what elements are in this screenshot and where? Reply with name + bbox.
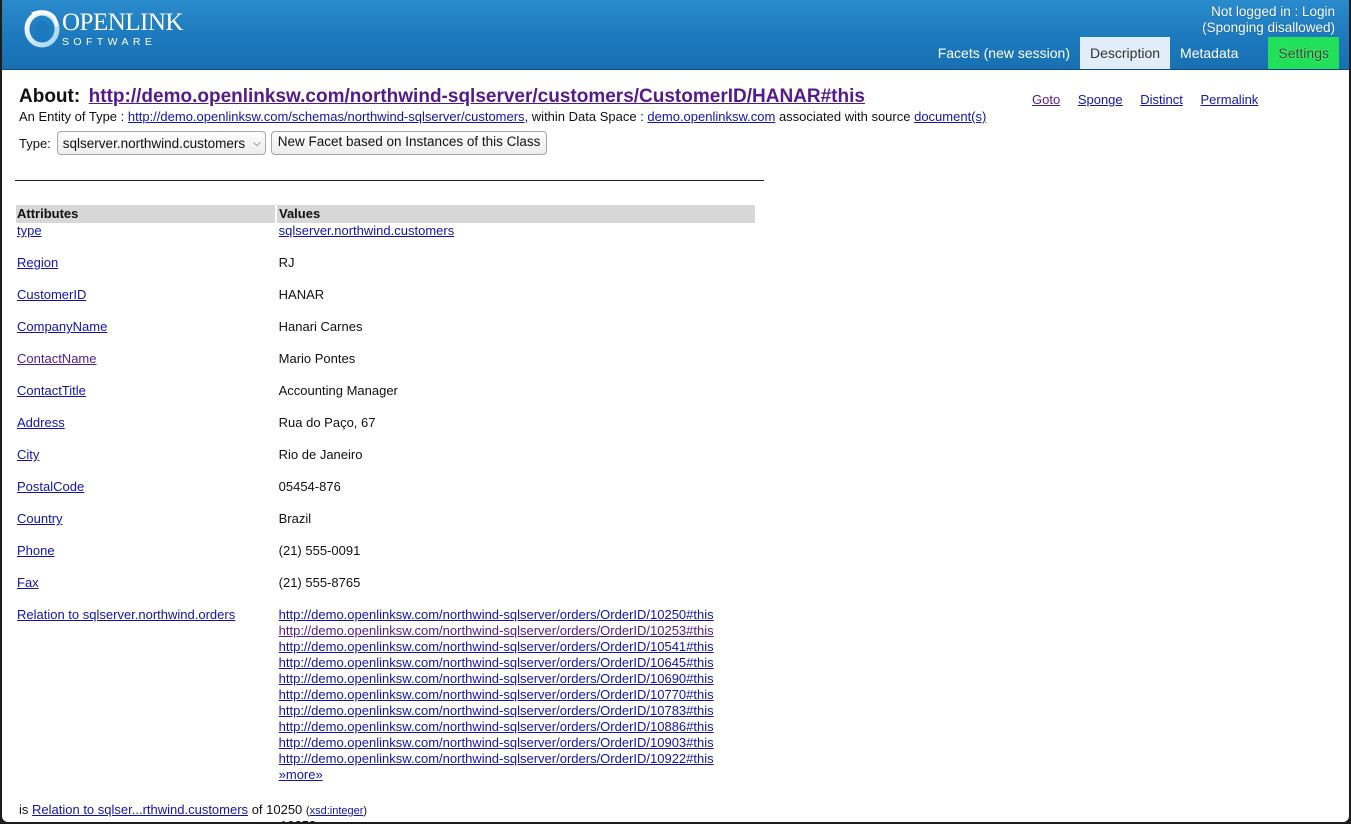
table-header: Attributes Values bbox=[16, 205, 756, 223]
attr-link-postalcode[interactable]: PostalCode bbox=[17, 479, 84, 494]
properties-table: Attributes Values type sqlserver.northwi… bbox=[16, 205, 756, 783]
sponge-link[interactable]: Sponge bbox=[1078, 92, 1123, 107]
table-row: Relation to sqlserver.northwind.orders h… bbox=[16, 607, 756, 783]
attr-link-type[interactable]: type bbox=[17, 223, 42, 238]
new-facet-button[interactable]: New Facet based on Instances of this Cla… bbox=[270, 131, 548, 155]
data-space-link[interactable]: demo.openlinksw.com bbox=[647, 109, 775, 124]
table-row: type sqlserver.northwind.customers bbox=[16, 223, 756, 239]
openlink-logo[interactable]: OPENLINK SOFTWARE bbox=[22, 6, 184, 50]
tab-metadata[interactable]: Metadata bbox=[1170, 37, 1248, 69]
reverse-relation-line: is Relation to sqlser...rthwind.customer… bbox=[19, 802, 367, 817]
value-link-type[interactable]: sqlserver.northwind.customers bbox=[279, 223, 455, 238]
chevron-down-icon: ⌵ bbox=[253, 137, 261, 149]
attr-link-fax[interactable]: Fax bbox=[17, 575, 39, 590]
column-header-attributes: Attributes bbox=[16, 205, 275, 223]
attr-link-contacttitle[interactable]: ContactTitle bbox=[17, 383, 86, 398]
value-phone: (21) 555-0091 bbox=[278, 543, 361, 558]
attr-link-country[interactable]: Country bbox=[17, 511, 63, 526]
table-row: Country Brazil bbox=[16, 511, 756, 527]
datatype-wrapper: (xsd:integer) bbox=[305, 805, 368, 817]
type-select-value: sqlserver.northwind.customers bbox=[62, 135, 246, 151]
column-header-values: Values bbox=[277, 205, 755, 223]
value-address: Rua do Paço, 67 bbox=[278, 415, 376, 430]
permalink-link[interactable]: Permalink bbox=[1201, 92, 1259, 107]
table-row: ContactTitle Accounting Manager bbox=[16, 383, 756, 399]
login-link[interactable]: Not logged in : Login bbox=[1202, 4, 1335, 20]
associated-text: associated with source bbox=[778, 109, 911, 124]
about-label: About: bbox=[19, 86, 81, 107]
nav-tabs: Facets (new session) Description Metadat… bbox=[928, 37, 1339, 69]
attr-link-region[interactable]: Region bbox=[17, 255, 58, 270]
relation-values-list: http://demo.openlinksw.com/northwind-sql… bbox=[279, 607, 756, 783]
more-link[interactable]: »more» bbox=[279, 767, 756, 783]
order-link[interactable]: http://demo.openlinksw.com/northwind-sql… bbox=[279, 623, 756, 639]
source-documents-link[interactable]: document(s) bbox=[914, 109, 986, 124]
reverse-prefix: is bbox=[19, 802, 29, 817]
reverse-of-value: of 10250 bbox=[251, 802, 303, 817]
order-link[interactable]: http://demo.openlinksw.com/northwind-sql… bbox=[279, 719, 756, 735]
goto-link[interactable]: Goto bbox=[1032, 92, 1060, 107]
openlink-logo-icon bbox=[24, 10, 60, 48]
type-select[interactable]: sqlserver.northwind.customers ⌵ bbox=[56, 131, 266, 155]
table-row: CustomerID HANAR bbox=[16, 287, 756, 303]
reverse-relation-link[interactable]: Relation to sqlser...rthwind.customers bbox=[32, 802, 248, 817]
table-row: Address Rua do Paço, 67 bbox=[16, 415, 756, 431]
value-fax: (21) 555-8765 bbox=[278, 575, 361, 590]
reverse-next-value: 10253 bbox=[280, 818, 316, 822]
login-status: Not logged in : Login (Sponging disallow… bbox=[1202, 4, 1335, 36]
value-contacttitle: Accounting Manager bbox=[278, 383, 398, 398]
entity-type-link[interactable]: http://demo.openlinksw.com/schemas/north… bbox=[128, 109, 525, 124]
order-link[interactable]: http://demo.openlinksw.com/northwind-sql… bbox=[279, 671, 756, 687]
order-link[interactable]: http://demo.openlinksw.com/northwind-sql… bbox=[279, 607, 756, 623]
tab-description[interactable]: Description bbox=[1080, 37, 1171, 69]
table-row: CompanyName Hanari Carnes bbox=[16, 319, 756, 335]
type-label: Type: bbox=[19, 135, 51, 151]
table-row: ContactName Mario Pontes bbox=[16, 351, 756, 367]
order-link[interactable]: http://demo.openlinksw.com/northwind-sql… bbox=[279, 751, 756, 767]
value-city: Rio de Janeiro bbox=[278, 447, 363, 462]
value-postalcode: 05454-876 bbox=[278, 479, 341, 494]
logo-wordmark: OPENLINK bbox=[62, 9, 184, 36]
value-customerid: HANAR bbox=[278, 287, 325, 302]
attr-link-customerid[interactable]: CustomerID bbox=[17, 287, 86, 302]
about-actions: Goto Sponge Distinct Permalink bbox=[1032, 92, 1272, 107]
tab-settings[interactable]: Settings bbox=[1268, 37, 1339, 69]
value-region: RJ bbox=[278, 255, 295, 270]
divider bbox=[15, 180, 764, 181]
attr-link-city[interactable]: City bbox=[17, 447, 39, 462]
about-uri-link[interactable]: http://demo.openlinksw.com/northwind-sql… bbox=[89, 86, 865, 107]
distinct-link[interactable]: Distinct bbox=[1140, 92, 1183, 107]
attr-link-contactname[interactable]: ContactName bbox=[17, 351, 96, 366]
browser-window: OPENLINK SOFTWARE Not logged in : Login … bbox=[2, 0, 1349, 822]
table-row: Phone (21) 555-0091 bbox=[16, 543, 756, 559]
order-link[interactable]: http://demo.openlinksw.com/northwind-sql… bbox=[279, 703, 756, 719]
value-country: Brazil bbox=[278, 511, 312, 526]
table-row: City Rio de Janeiro bbox=[16, 447, 756, 463]
table-row: Region RJ bbox=[16, 255, 756, 271]
order-link[interactable]: http://demo.openlinksw.com/northwind-sql… bbox=[279, 655, 756, 671]
order-link[interactable]: http://demo.openlinksw.com/northwind-sql… bbox=[279, 687, 756, 703]
header-bar: OPENLINK SOFTWARE Not logged in : Login … bbox=[2, 0, 1349, 70]
attr-link-address[interactable]: Address bbox=[17, 415, 65, 430]
table-row: Fax (21) 555-8765 bbox=[16, 575, 756, 591]
about-heading: About: http://demo.openlinksw.com/northw… bbox=[19, 86, 865, 108]
sponging-status: (Sponging disallowed) bbox=[1202, 20, 1335, 35]
type-row: Type: sqlserver.northwind.customers ⌵ Ne… bbox=[19, 131, 548, 155]
value-contactname: Mario Pontes bbox=[278, 351, 356, 366]
datatype-link[interactable]: xsd:integer bbox=[310, 805, 364, 817]
entity-type-line: An Entity of Type : http://demo.openlink… bbox=[19, 109, 986, 124]
order-link[interactable]: http://demo.openlinksw.com/northwind-sql… bbox=[279, 735, 756, 751]
within-text: , within Data Space : bbox=[524, 109, 644, 124]
attr-link-phone[interactable]: Phone bbox=[17, 543, 55, 558]
value-companyname: Hanari Carnes bbox=[278, 319, 363, 334]
tab-facets[interactable]: Facets (new session) bbox=[928, 37, 1080, 69]
logo-subtitle: SOFTWARE bbox=[62, 36, 157, 48]
attr-link-companyname[interactable]: CompanyName bbox=[17, 319, 107, 334]
order-link[interactable]: http://demo.openlinksw.com/northwind-sql… bbox=[279, 639, 756, 655]
main-content: About: http://demo.openlinksw.com/northw… bbox=[2, 70, 1349, 822]
attr-link-relation-orders[interactable]: Relation to sqlserver.northwind.orders bbox=[17, 607, 235, 622]
table-row: PostalCode 05454-876 bbox=[16, 479, 756, 495]
entity-prefix: An Entity of Type : bbox=[19, 109, 125, 124]
